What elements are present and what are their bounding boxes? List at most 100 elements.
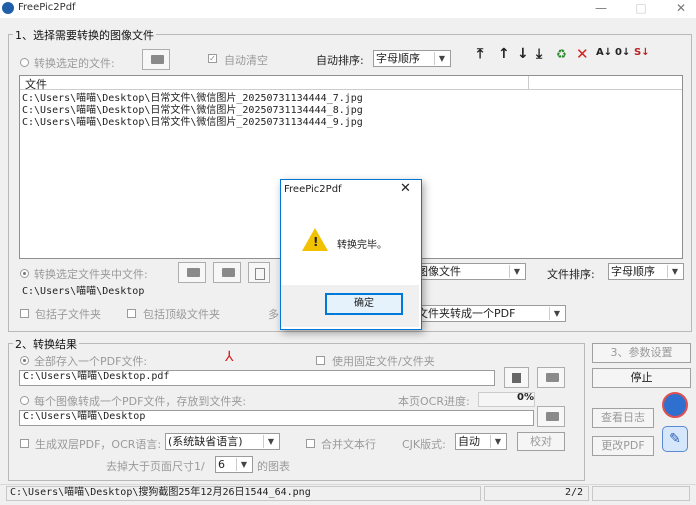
file-list-item[interactable]: C:\Users\喵喵\Desktop\日常文件\微信图片_2025073113… (22, 105, 363, 117)
output-folder-field[interactable]: C:\Users\喵喵\Desktop (19, 410, 534, 426)
cjk-layout-select[interactable]: 自动 ▼ (455, 433, 507, 450)
folder-mode-value: 文件夹转成一个PDF (417, 307, 516, 320)
open-files-button[interactable] (142, 49, 170, 70)
auto-clear-label: 自动清空 (224, 54, 268, 67)
file-list-header (20, 76, 682, 90)
remove-large-value: 6 (218, 458, 225, 471)
folder-icon (151, 55, 164, 64)
all-in-one-pdf-label: 全部存入一个PDF文件: (34, 355, 148, 368)
window-title: FreePic2Pdf (18, 2, 76, 13)
dual-layer-label: 生成双层PDF，OCR语言: (35, 438, 162, 451)
dual-layer-checkbox[interactable] (20, 439, 29, 448)
sort-numeric-icon[interactable]: 0↓ (615, 47, 630, 58)
folder-filter-select[interactable]: 图像文件 ▼ (414, 263, 526, 280)
delete-icon[interactable]: ✕ (576, 45, 589, 63)
app-logo-icon[interactable] (662, 392, 688, 418)
ocr-language-select[interactable]: (系统缺省语言) ▼ (165, 433, 280, 450)
convert-folder-label: 转换选定文件夹中文件: (34, 268, 148, 281)
status-extra-box (592, 486, 690, 501)
add-folder-button[interactable] (213, 262, 241, 283)
maximize-button[interactable]: □ (626, 0, 656, 18)
auto-sort-value: 字母顺序 (376, 52, 420, 65)
pdf-path-field[interactable]: C:\Users\喵喵\Desktop.pdf (19, 370, 495, 386)
folder-icon (546, 412, 559, 421)
chevron-down-icon: ▼ (263, 435, 278, 448)
browse-pdf-button[interactable] (537, 367, 565, 388)
pdf-edit-icon[interactable]: ✎ (662, 426, 688, 452)
app-icon (2, 2, 14, 14)
cjk-layout-label: CJK版式: (402, 438, 446, 451)
chevron-down-icon: ▼ (549, 307, 564, 320)
stop-button[interactable]: 停止 (592, 368, 691, 388)
file-list-item[interactable]: C:\Users\喵喵\Desktop\日常文件\微信图片_2025073113… (22, 117, 363, 129)
open-pdf-button[interactable] (504, 367, 529, 388)
include-subfolders-checkbox[interactable] (20, 309, 29, 318)
chevron-down-icon: ▼ (509, 265, 524, 278)
convert-selected-files-radio[interactable] (20, 58, 29, 67)
remove-large-suffix: 的图表 (257, 460, 290, 473)
chevron-down-icon: ▼ (490, 435, 505, 448)
warning-icon-mark: ! (313, 235, 319, 249)
chevron-down-icon: ▼ (434, 52, 449, 65)
multi-label: 多 (268, 308, 279, 321)
clear-list-icon[interactable]: ♻ (556, 47, 567, 61)
proofread-button[interactable]: 校对 (517, 432, 565, 451)
pdf-icon (512, 373, 521, 383)
header-divider (528, 76, 529, 89)
dialog-ok-button[interactable]: 确定 (325, 293, 403, 315)
settings-button[interactable]: 3、参数设置 (592, 343, 691, 363)
document-icon (255, 268, 265, 280)
move-down-icon[interactable]: ↓ (517, 46, 529, 62)
remove-large-prefix: 去掉大于页面尺寸1/ (106, 460, 205, 473)
sort-az-icon[interactable]: A↓ (596, 47, 612, 58)
folder-list-button[interactable] (248, 262, 270, 283)
remove-large-select[interactable]: 6 ▼ (215, 456, 253, 473)
use-fixed-file-label: 使用固定文件/文件夹 (332, 355, 435, 368)
auto-sort-label: 自动排序: (316, 54, 364, 67)
minimize-button[interactable]: — (586, 0, 616, 18)
browse-output-folder-button[interactable] (537, 406, 565, 427)
each-image-pdf-label: 每个图像转成一个PDF文件，存放到文件夹: (34, 395, 247, 408)
folder-icon (187, 268, 200, 277)
move-up-icon[interactable]: ↑ (498, 46, 510, 62)
change-pdf-button[interactable]: 更改PDF (592, 436, 654, 456)
include-top-folder-checkbox[interactable] (127, 309, 136, 318)
dialog-title: FreePic2Pdf (284, 184, 342, 195)
file-list-item[interactable]: C:\Users\喵喵\Desktop\日常文件\微信图片_2025073113… (22, 93, 363, 105)
merge-text-lines-checkbox[interactable] (306, 439, 315, 448)
include-subfolders-label: 包括子文件夹 (35, 308, 101, 321)
folder-filter-value: 图像文件 (417, 265, 461, 278)
ocr-language-value: (系统缺省语言) (168, 435, 243, 448)
close-button[interactable]: ✕ (666, 0, 696, 18)
convert-selected-files-label: 转换选定的文件: (34, 57, 115, 70)
folder-icon (546, 373, 559, 382)
sort-custom-icon[interactable]: S↓ (634, 47, 650, 58)
auto-sort-select[interactable]: 字母顺序 ▼ (373, 50, 451, 67)
folder-add-icon (222, 268, 235, 277)
auto-clear-checkbox[interactable]: ✓ (208, 54, 217, 63)
status-file-path: C:\Users\喵喵\Desktop\搜狗截图25年12月26日1544_64… (6, 486, 481, 501)
convert-folder-radio[interactable] (20, 269, 29, 278)
chevron-down-icon: ▼ (236, 458, 251, 471)
section2-legend: 2、转换结果 (13, 336, 79, 352)
file-column-header[interactable]: 文件 (25, 76, 47, 92)
chevron-down-icon: ▼ (667, 265, 682, 278)
file-sort-select[interactable]: 字母顺序 ▼ (608, 263, 684, 280)
each-image-pdf-radio[interactable] (20, 396, 29, 405)
dialog-close-button[interactable]: ✕ (400, 181, 411, 196)
merge-text-lines-label: 合并文本行 (321, 438, 376, 451)
dialog-message: 转换完毕。 (337, 240, 387, 251)
status-page: 2/2 (565, 487, 584, 498)
section1-legend: 1、选择需要转换的图像文件 (13, 27, 156, 43)
use-fixed-file-checkbox[interactable] (316, 356, 325, 365)
file-sort-label: 文件排序: (547, 268, 595, 281)
all-in-one-pdf-radio[interactable] (20, 356, 29, 365)
move-bottom-icon[interactable]: ⤓ (536, 46, 542, 62)
folder-mode-select[interactable]: 文件夹转成一个PDF ▼ (414, 305, 566, 322)
pin-icon: ⅄ (225, 349, 234, 365)
ocr-progress-value: 0% (517, 392, 534, 403)
view-log-button[interactable]: 查看日志 (592, 408, 654, 428)
open-folder-button[interactable] (178, 262, 206, 283)
cjk-layout-value: 自动 (458, 435, 480, 448)
move-top-icon[interactable]: ⤒ (477, 46, 483, 62)
